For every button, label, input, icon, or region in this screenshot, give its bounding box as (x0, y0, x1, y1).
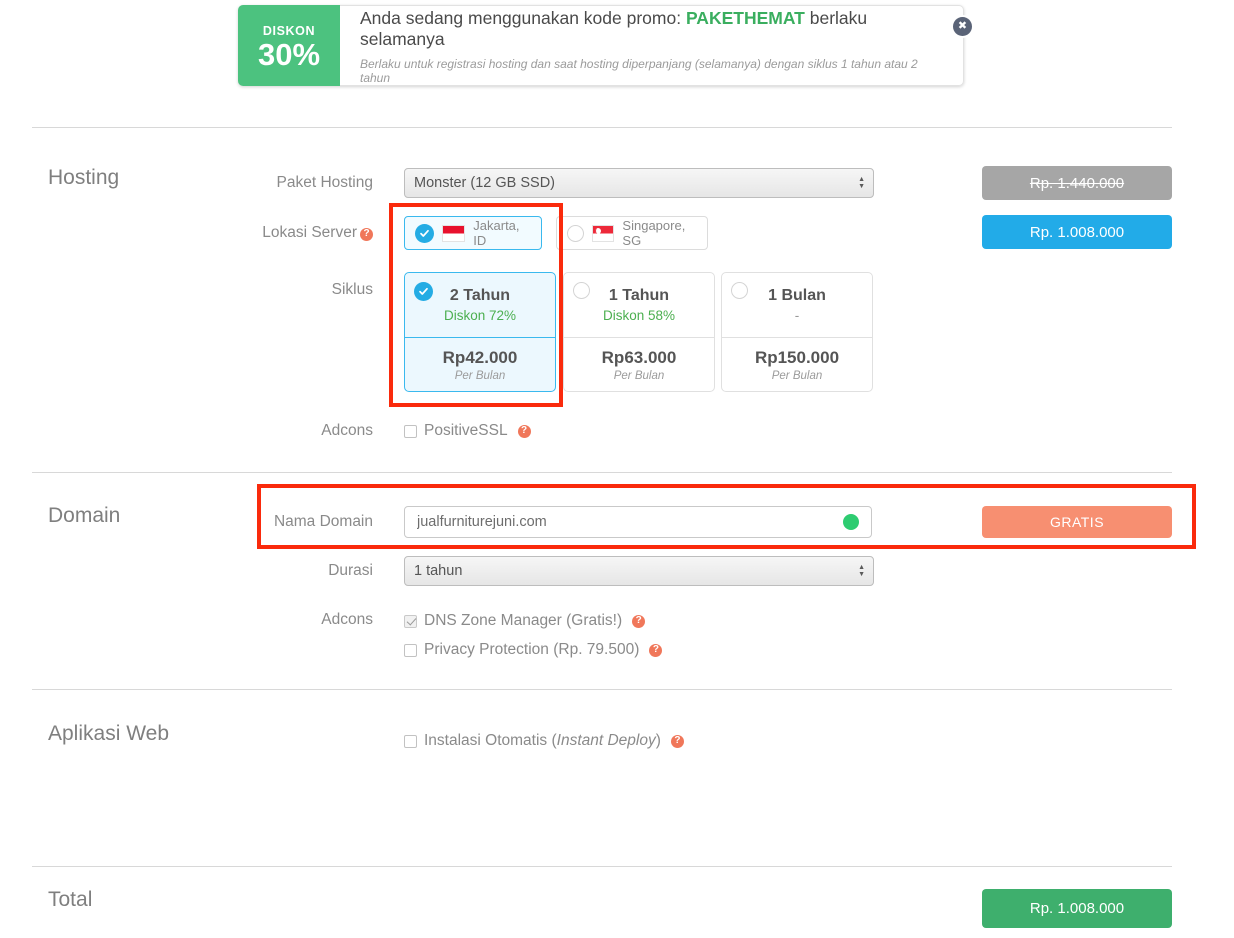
label-paket-hosting: Paket Hosting (276, 174, 374, 191)
radio-icon-1-tahun[interactable] (573, 282, 590, 299)
cycle-period-2-tahun: Per Bulan (454, 370, 506, 382)
section-title-total: Total (48, 888, 93, 911)
promo-banner: DISKON 30% Anda sedang menggunakan kode … (238, 5, 972, 86)
promo-badge-word: DISKON (262, 23, 316, 38)
domain-price-button[interactable]: GRATIS (982, 506, 1172, 538)
cycle-price-1-bulan: Rp150.000 (754, 348, 840, 367)
hosting-price-original[interactable]: Rp. 1.440.000 (982, 166, 1172, 200)
cycle-option-2-tahun-head: 2 Tahun Diskon 72% (405, 273, 555, 338)
cycle-option-1-bulan-head: 1 Bulan - (722, 273, 872, 338)
webapp-instant-deploy[interactable]: Instalasi Otomatis (Instant Deploy) ? (404, 732, 684, 750)
promo-subtext: Berlaku untuk registrasi hosting dan saa… (360, 57, 918, 85)
section-title-webapp: Aplikasi Web (48, 722, 169, 745)
available-dot-icon (843, 514, 859, 530)
help-icon-instant-deploy[interactable]: ? (670, 734, 684, 748)
paket-hosting-value: Monster (12 GB SSD) (414, 175, 556, 191)
domain-name-input[interactable] (415, 513, 843, 531)
promo-code: PAKETHEMAT (685, 8, 805, 28)
cycle-period-1-bulan: Per Bulan (771, 370, 823, 382)
divider-top (32, 127, 1172, 128)
promo-discount-badge: DISKON 30% (238, 5, 340, 86)
divider-domain (32, 472, 1172, 473)
cycle-discount-1-tahun: Diskon 58% (602, 308, 676, 323)
adcon-positivessl-label: PositiveSSL (424, 422, 508, 439)
flag-id-icon (442, 224, 466, 242)
label-domain-adcons: Adcons (321, 611, 373, 628)
webapp-label-emphasis: Instant Deploy (556, 732, 656, 749)
location-label-singapore: Singapore, SG (622, 218, 686, 248)
label-siklus: Siklus (331, 281, 373, 298)
checkbox-positivessl[interactable] (404, 424, 417, 438)
checkout-page: DISKON 30% Anda sedang menggunakan kode … (0, 0, 1234, 938)
help-icon-lokasi-server[interactable]: ? (360, 227, 373, 241)
cycle-title-1-bulan: 1 Bulan (768, 287, 826, 304)
location-option-jakarta[interactable]: Jakarta, ID (404, 216, 542, 250)
cycle-option-1-bulan-body: Rp150.000 Per Bulan (722, 338, 872, 391)
checkbox-privacy-protection[interactable] (404, 643, 417, 657)
cycle-option-1-tahun[interactable]: 1 Tahun Diskon 58% Rp63.000 Per Bulan (563, 272, 715, 392)
label-durasi: Durasi (328, 562, 373, 579)
adcon-positivessl[interactable]: PositiveSSL ? (404, 422, 531, 440)
cycle-option-1-tahun-body: Rp63.000 Per Bulan (564, 338, 714, 391)
help-icon-dns-zone-manager[interactable]: ? (632, 614, 646, 628)
checkbox-instant-deploy[interactable] (404, 734, 417, 748)
chevron-updown-icon-durasi: ▲ ▼ (858, 564, 865, 578)
divider-webapp (32, 689, 1172, 690)
chevron-updown-icon: ▲ ▼ (858, 176, 865, 190)
check-icon-jakarta (415, 223, 434, 243)
label-nama-domain: Nama Domain (273, 513, 373, 530)
adcon-dns-zone-manager-label: DNS Zone Manager (Gratis!) (424, 612, 623, 629)
divider-total (32, 866, 1172, 867)
cycle-price-1-tahun: Rp63.000 (601, 348, 677, 367)
promo-body: Anda sedang menggunakan kode promo: PAKE… (340, 5, 964, 86)
close-icon[interactable]: ✖ (953, 17, 972, 36)
close-glyph: ✖ (957, 20, 968, 32)
cycle-title-2-tahun: 2 Tahun (449, 287, 511, 304)
cycle-price-2-tahun: Rp42.000 (442, 348, 518, 367)
webapp-label-prefix: Instalasi Otomatis ( (424, 732, 557, 749)
domain-name-field[interactable] (404, 506, 872, 538)
help-icon-privacy-protection[interactable]: ? (649, 643, 663, 657)
webapp-label-suffix: ) (655, 732, 661, 749)
cycle-option-1-tahun-head: 1 Tahun Diskon 58% (564, 273, 714, 338)
domain-durasi-select[interactable]: 1 tahun ▲ ▼ (404, 556, 874, 586)
checkbox-dns-zone-manager[interactable] (404, 614, 417, 628)
promo-badge-percent: 30% (257, 36, 321, 72)
cycle-title-1-tahun: 1 Tahun (608, 287, 670, 304)
cycle-discount-1-bulan: - (794, 308, 800, 323)
domain-durasi-value: 1 tahun (414, 563, 463, 579)
check-icon-2-tahun (414, 282, 433, 301)
adcon-privacy-protection-label: Privacy Protection (Rp. 79.500) (424, 641, 640, 658)
label-lokasi-server-text: Lokasi Server (262, 224, 357, 241)
location-label-jakarta: Jakarta, ID (473, 218, 520, 248)
total-amount-button[interactable]: Rp. 1.008.000 (982, 889, 1172, 928)
promo-message-prefix: Anda sedang menggunakan kode promo: (360, 8, 686, 28)
cycle-period-1-tahun: Per Bulan (613, 370, 665, 382)
adcon-dns-zone-manager[interactable]: DNS Zone Manager (Gratis!) ? (404, 612, 646, 630)
adcon-privacy-protection[interactable]: Privacy Protection (Rp. 79.500) ? (404, 641, 663, 659)
paket-hosting-select[interactable]: Monster (12 GB SSD) ▲ ▼ (404, 168, 874, 198)
flag-sg-icon (592, 224, 615, 242)
location-option-singapore[interactable]: Singapore, SG (556, 216, 708, 250)
help-icon-positivessl[interactable]: ? (517, 424, 531, 438)
cycle-discount-2-tahun: Diskon 72% (443, 308, 517, 323)
label-hosting-adcons: Adcons (321, 422, 373, 439)
cycle-option-2-tahun[interactable]: 2 Tahun Diskon 72% Rp42.000 Per Bulan (404, 272, 556, 392)
promo-message: Anda sedang menggunakan kode promo: PAKE… (360, 8, 945, 50)
section-title-domain: Domain (48, 504, 121, 527)
cycle-option-1-bulan[interactable]: 1 Bulan - Rp150.000 Per Bulan (721, 272, 873, 392)
cycle-option-2-tahun-body: Rp42.000 Per Bulan (405, 338, 555, 391)
radio-icon-1-bulan[interactable] (731, 282, 748, 299)
radio-icon-singapore[interactable] (567, 224, 584, 242)
hosting-price-discounted[interactable]: Rp. 1.008.000 (982, 215, 1172, 249)
section-title-hosting: Hosting (48, 166, 120, 189)
webapp-instant-deploy-label: Instalasi Otomatis (Instant Deploy) (424, 732, 661, 750)
label-lokasi-server: Lokasi Server? (113, 224, 373, 242)
